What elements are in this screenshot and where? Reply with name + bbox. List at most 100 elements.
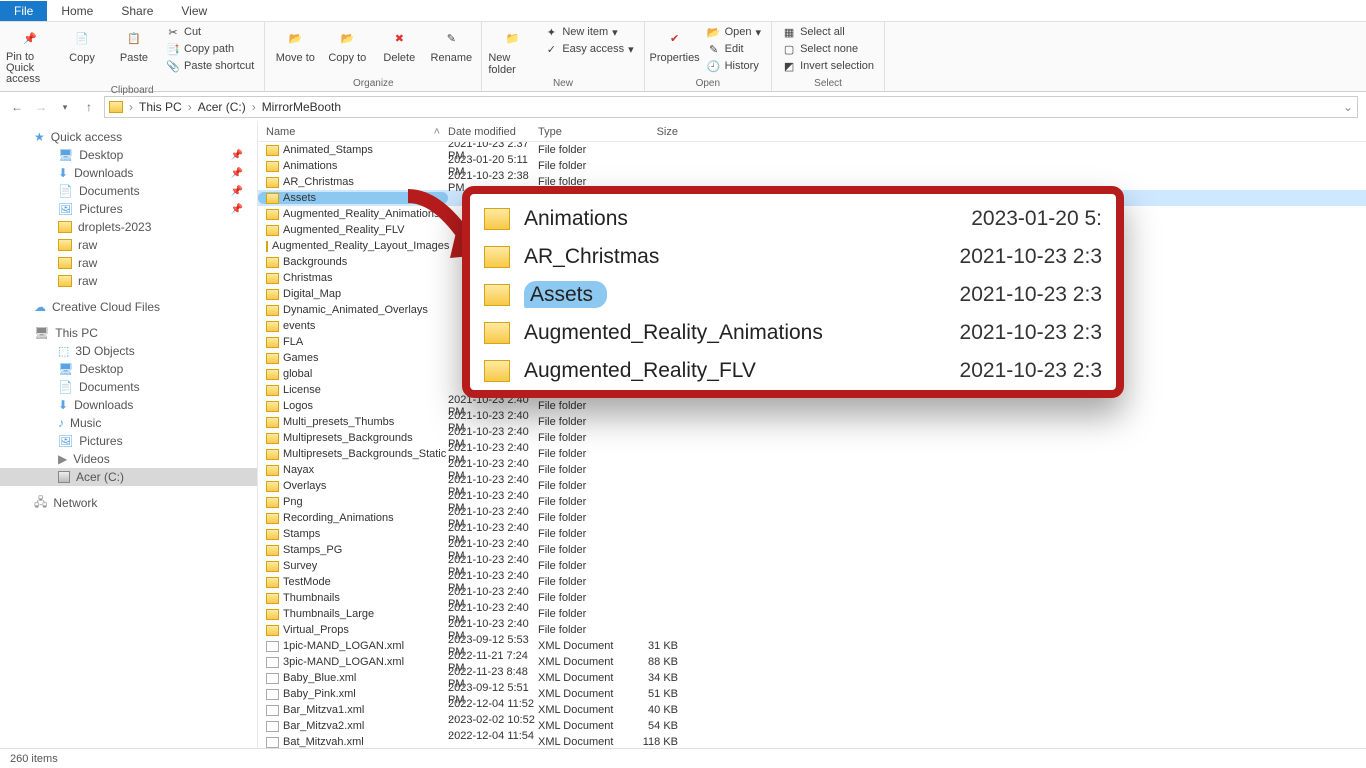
col-name[interactable]: Name˄ (258, 126, 448, 138)
file-row[interactable]: Animated_Stamps2021-10-23 2:37 PMFile fo… (258, 142, 1366, 158)
crumb-thispc[interactable]: This PC (137, 100, 184, 114)
file-row[interactable]: Multipresets_Backgrounds2021-10-23 2:40 … (258, 430, 1366, 446)
edit-button[interactable]: ✎Edit (703, 41, 765, 57)
pin-icon: 📌 (231, 150, 243, 161)
folder-icon (266, 273, 279, 284)
copy-to-button[interactable]: 📂Copy to (323, 24, 371, 64)
file-row[interactable]: Thumbnails2021-10-23 2:40 PMFile folder (258, 590, 1366, 606)
select-all-button[interactable]: ▦Select all (778, 24, 878, 40)
file-name: AR_Christmas (283, 176, 354, 188)
menu-share[interactable]: Share (107, 1, 167, 21)
menu-home[interactable]: Home (47, 1, 107, 21)
sidebar-desktop2[interactable]: 🖥Desktop (0, 360, 257, 378)
nav-up-button[interactable]: ↑ (80, 98, 98, 116)
file-row[interactable]: Bar_Mitzva1.xml2022-12-04 11:52 ...XML D… (258, 702, 1366, 718)
col-date[interactable]: Date modified (448, 126, 538, 138)
addr-dropdown-icon[interactable]: ⌄ (1343, 100, 1353, 114)
invert-selection-button[interactable]: ◩Invert selection (778, 58, 878, 74)
file-row[interactable]: Multi_presets_Thumbs2021-10-23 2:40 PMFi… (258, 414, 1366, 430)
breadcrumb-sep[interactable]: › (127, 100, 135, 114)
sidebar-downloads[interactable]: ⬇Downloads📌 (0, 164, 257, 182)
breadcrumb-sep[interactable]: › (186, 100, 194, 114)
sidebar-acer-drive[interactable]: Acer (C:) (0, 468, 257, 486)
file-row[interactable]: Survey2021-10-23 2:40 PMFile folder (258, 558, 1366, 574)
folder-icon (266, 609, 279, 620)
nav-forward-button[interactable]: → (32, 98, 50, 116)
nav-recent-button[interactable]: ▾ (56, 98, 74, 116)
star-icon: ★ (34, 130, 45, 144)
menu-file[interactable]: File (0, 1, 47, 21)
copy-button[interactable]: 📄 Copy (58, 24, 106, 64)
easy-access-button[interactable]: ✓Easy access ▾ (540, 41, 637, 57)
pin-quick-access-button[interactable]: 📌 Pin to Quick access (6, 24, 54, 85)
file-size: 31 KB (628, 640, 688, 652)
paste-button[interactable]: 📋 Paste (110, 24, 158, 64)
file-row[interactable]: 3pic-MAND_LOGAN.xml2022-11-21 7:24 PMXML… (258, 654, 1366, 670)
open-button[interactable]: 📂Open ▾ (703, 24, 765, 40)
sidebar-pictures2[interactable]: 🖼Pictures (0, 432, 257, 450)
file-row[interactable]: Baby_Blue.xml2022-11-23 8:48 PMXML Docum… (258, 670, 1366, 686)
file-row[interactable]: Overlays2021-10-23 2:40 PMFile folder (258, 478, 1366, 494)
file-row[interactable]: Png2021-10-23 2:40 PMFile folder (258, 494, 1366, 510)
sidebar-documents2[interactable]: 📄Documents (0, 378, 257, 396)
menu-view[interactable]: View (167, 1, 221, 21)
file-row[interactable]: TestMode2021-10-23 2:40 PMFile folder (258, 574, 1366, 590)
folder-icon (266, 209, 279, 220)
history-icon: 🕘 (707, 59, 721, 73)
file-row[interactable]: Logos2021-10-23 2:40 PMFile folder (258, 398, 1366, 414)
sidebar-videos[interactable]: ▶Videos (0, 450, 257, 468)
file-name: Animated_Stamps (283, 144, 373, 156)
file-row[interactable]: Bat_Mitzvah.xml2022-12-04 11:54 ...XML D… (258, 734, 1366, 748)
new-item-button[interactable]: ✦New item ▾ (540, 24, 637, 40)
sidebar-3dobjects[interactable]: ⬚3D Objects (0, 342, 257, 360)
rename-button[interactable]: ✎Rename (427, 24, 475, 64)
file-row[interactable]: Nayax2021-10-23 2:40 PMFile folder (258, 462, 1366, 478)
file-row[interactable]: Stamps2021-10-23 2:40 PMFile folder (258, 526, 1366, 542)
column-headers: Name˄ Date modified Type Size (258, 122, 1366, 142)
group-new-label: New (488, 78, 637, 91)
sidebar-desktop[interactable]: 🖥Desktop📌 (0, 146, 257, 164)
cut-button[interactable]: ✂Cut (162, 24, 258, 40)
col-type[interactable]: Type (538, 126, 628, 138)
file-row[interactable]: Animations2023-01-20 5:11 PMFile folder (258, 158, 1366, 174)
crumb-folder[interactable]: MirrorMeBooth (260, 100, 343, 114)
file-row[interactable]: Bar_Mitzva2.xml2023-02-02 10:52 ...XML D… (258, 718, 1366, 734)
move-to-button[interactable]: 📂Move to (271, 24, 319, 64)
history-button[interactable]: 🕘History (703, 58, 765, 74)
sidebar-quick-access[interactable]: ★Quick access (0, 128, 257, 146)
sidebar-documents[interactable]: 📄Documents📌 (0, 182, 257, 200)
breadcrumb-sep[interactable]: › (250, 100, 258, 114)
sidebar-pictures[interactable]: 🖼Pictures📌 (0, 200, 257, 218)
sidebar-thispc[interactable]: 🖥This PC (0, 324, 257, 342)
delete-button[interactable]: ✖Delete (375, 24, 423, 64)
properties-button[interactable]: ✔Properties (651, 24, 699, 64)
nav-back-button[interactable]: ← (8, 98, 26, 116)
file-row[interactable]: Virtual_Props2021-10-23 2:40 PMFile fold… (258, 622, 1366, 638)
select-none-button[interactable]: ▢Select none (778, 41, 878, 57)
crumb-drive[interactable]: Acer (C:) (196, 100, 248, 114)
callout-row: Animations2023-01-20 5: (484, 200, 1102, 238)
paste-shortcut-button[interactable]: 📎Paste shortcut (162, 58, 258, 74)
file-row[interactable]: Multipresets_Backgrounds_Static2021-10-2… (258, 446, 1366, 462)
sidebar-music[interactable]: ♪Music (0, 414, 257, 432)
file-type: XML Document (538, 640, 628, 652)
sidebar-ccf[interactable]: ☁Creative Cloud Files (0, 298, 257, 316)
new-item-icon: ✦ (544, 25, 558, 39)
file-row[interactable]: Stamps_PG2021-10-23 2:40 PMFile folder (258, 542, 1366, 558)
file-date: 2022-12-04 11:54 ... (448, 730, 538, 748)
file-row[interactable]: Baby_Pink.xml2023-09-12 5:51 PMXML Docum… (258, 686, 1366, 702)
folder-icon (266, 321, 279, 332)
sidebar-downloads2[interactable]: ⬇Downloads (0, 396, 257, 414)
sidebar-raw[interactable]: raw (0, 236, 257, 254)
address-bar[interactable]: › This PC › Acer (C:) › MirrorMeBooth ⌄ (104, 96, 1358, 118)
file-row[interactable]: Thumbnails_Large2021-10-23 2:40 PMFile f… (258, 606, 1366, 622)
copy-path-button[interactable]: 📑Copy path (162, 41, 258, 57)
sidebar-raw[interactable]: raw (0, 254, 257, 272)
sidebar-raw[interactable]: raw (0, 272, 257, 290)
sidebar-network[interactable]: 🖧Network (0, 494, 257, 512)
file-row[interactable]: Recording_Animations2021-10-23 2:40 PMFi… (258, 510, 1366, 526)
file-row[interactable]: 1pic-MAND_LOGAN.xml2023-09-12 5:53 PMXML… (258, 638, 1366, 654)
new-folder-button[interactable]: 📁New folder (488, 24, 536, 76)
sidebar-droplets[interactable]: droplets-2023 (0, 218, 257, 236)
col-size[interactable]: Size (628, 126, 688, 138)
